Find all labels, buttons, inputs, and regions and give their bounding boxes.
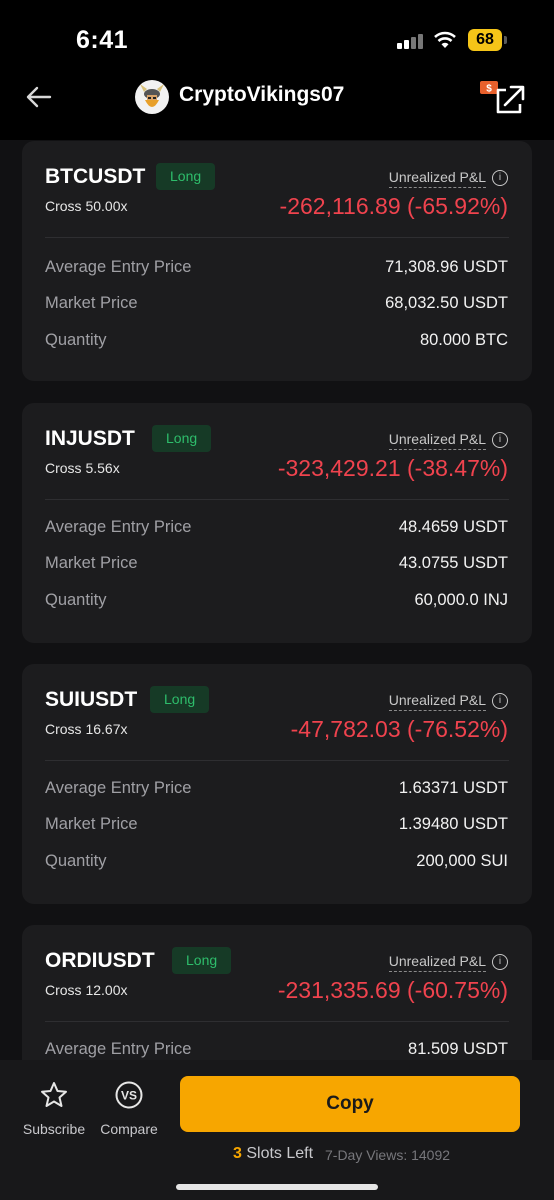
svg-text:$: $ [486,84,492,95]
row-label: Average Entry Price [45,779,192,797]
leverage-label: Cross 16.67x [45,721,128,737]
detail-row: Quantity 60,000.0 INJ [45,591,508,615]
unrealized-pnl-label[interactable]: Unrealized P&L [388,692,486,711]
side-badge: Long [152,425,212,452]
avatar[interactable] [135,80,169,114]
info-icon[interactable]: i [492,693,508,709]
position-symbol: ORDIUSDT [45,949,155,972]
row-label: Quantity [45,331,107,349]
position-card: ORDIUSDT Long Cross 12.00x Unrealized P&… [22,925,532,1060]
star-icon [41,1082,67,1107]
detail-row: Average Entry Price 71,308.96 USDT [45,258,508,282]
battery-icon: 68 [468,29,502,51]
row-value: 43.0755 USDT [398,554,508,572]
clock: 6:41 [76,26,129,54]
row-value: 60,000.0 INJ [414,591,508,609]
share-icon[interactable]: $ [478,78,534,118]
side-badge: Long [156,163,216,190]
compare-label: Compare [100,1121,158,1137]
status-bar: 6:41 68 [0,0,554,70]
divider [45,760,509,761]
unrealized-pnl-value: -323,429.21 (-38.47%) [277,455,508,481]
detail-row: Quantity 80.000 BTC [45,331,508,355]
position-symbol: INJUSDT [45,427,135,450]
detail-row: Market Price 43.0755 USDT [45,554,508,578]
detail-row: Average Entry Price 48.4659 USDT [45,518,508,542]
page-header: CryptoVikings07 $ [0,70,554,140]
position-symbol: BTCUSDT [45,165,146,188]
slots-count: 3 [233,1145,242,1162]
position-card: INJUSDT Long Cross 5.56x Unrealized P&L … [22,403,532,643]
unrealized-pnl-label[interactable]: Unrealized P&L [388,169,486,188]
position-symbol: SUIUSDT [45,688,138,711]
unrealized-pnl-value: -47,782.03 (-76.52%) [290,716,508,742]
side-badge: Long [172,947,232,974]
row-value: 48.4659 USDT [398,518,508,536]
detail-row: Average Entry Price 81.509 USDT [45,1040,508,1060]
row-value: 68,032.50 USDT [385,294,508,312]
row-label: Average Entry Price [45,258,192,276]
unrealized-pnl-label[interactable]: Unrealized P&L [388,953,486,972]
row-label: Quantity [45,591,107,609]
row-value: 1.39480 USDT [398,815,508,833]
battery-tip [504,36,507,44]
cellular-signal-icon [397,33,425,49]
detail-row: Market Price 68,032.50 USDT [45,294,508,318]
row-label: Quantity [45,852,107,870]
info-icon[interactable]: i [492,954,508,970]
row-value: 71,308.96 USDT [385,258,508,276]
copy-button[interactable]: Copy [180,1076,520,1132]
row-value: 80.000 BTC [419,331,508,349]
unrealized-pnl-value: -262,116.89 (-65.92%) [279,193,508,219]
back-arrow-icon[interactable] [24,82,54,112]
position-card: BTCUSDT Long Cross 50.00x Unrealized P&L… [22,141,532,381]
subscribe-button[interactable]: Subscribe [20,1080,88,1137]
detail-row: Average Entry Price 1.63371 USDT [45,779,508,803]
leverage-label: Cross 12.00x [45,982,128,998]
row-value: 1.63371 USDT [398,779,508,797]
row-value: 81.509 USDT [408,1040,508,1058]
leverage-label: Cross 5.56x [45,460,120,476]
row-label: Market Price [45,815,138,833]
divider [45,237,509,238]
info-icon[interactable]: i [492,432,508,448]
vs-icon-text: VS [121,1089,137,1103]
seven-day-views: 7-Day Views: 14092 [325,1147,451,1163]
row-value: 200,000 SUI [416,852,508,870]
viking-avatar-icon [140,84,164,107]
row-label: Market Price [45,554,138,572]
detail-row: Quantity 200,000 SUI [45,852,508,876]
home-indicator[interactable] [176,1184,378,1190]
row-label: Average Entry Price [45,1040,192,1058]
slots-text: Slots Left [246,1145,314,1162]
leverage-label: Cross 50.00x [45,198,128,214]
subscribe-label: Subscribe [22,1121,86,1137]
divider [45,499,509,500]
position-card: SUIUSDT Long Cross 16.67x Unrealized P&L… [22,664,532,904]
slots-left: 3 Slots Left [233,1145,313,1163]
info-icon[interactable]: i [492,170,508,186]
vs-icon: VS [115,1081,143,1109]
positions-list[interactable]: BTCUSDT Long Cross 50.00x Unrealized P&L… [0,140,554,1060]
side-badge: Long [150,686,210,713]
divider [45,1021,509,1022]
unrealized-pnl-value: -231,335.69 (-60.75%) [277,977,508,1003]
row-label: Average Entry Price [45,518,192,536]
unrealized-pnl-label[interactable]: Unrealized P&L [388,431,486,450]
compare-button[interactable]: VS Compare [97,1080,161,1137]
trader-username: CryptoVikings07 [179,83,345,106]
detail-row: Market Price 1.39480 USDT [45,815,508,839]
row-label: Market Price [45,294,138,312]
bottom-action-bar: Subscribe VS Compare Copy 3 Slots Left 7… [0,1060,554,1200]
wifi-icon [434,31,456,48]
